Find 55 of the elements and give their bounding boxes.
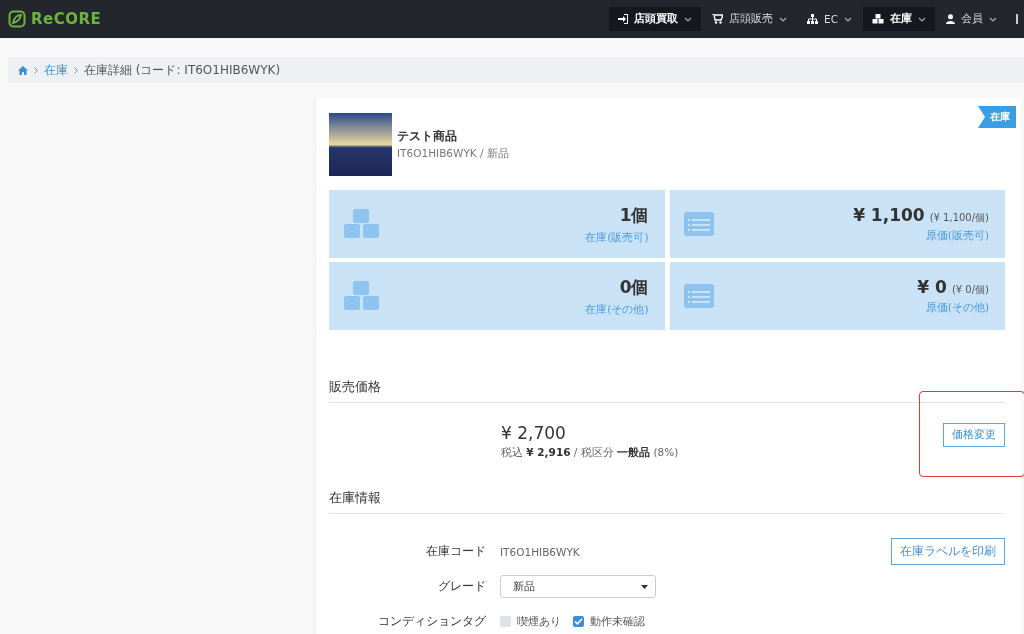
stat-label: 原価(その他) — [924, 301, 989, 315]
stat-value: ¥ 1,100 — [853, 205, 925, 225]
photo-placeholder — [329, 113, 392, 176]
caret-icon — [641, 584, 648, 589]
section-heading: 販売価格 — [329, 378, 1005, 403]
chevron-right-icon — [34, 66, 38, 74]
chevron-down-icon — [989, 16, 997, 22]
field-label: コンディションタグ — [377, 613, 486, 630]
stat-label: 在庫(その他) — [585, 302, 649, 317]
stat-value: 0個 — [619, 275, 649, 299]
field-label: グレード — [437, 578, 486, 595]
sign-in-icon — [618, 14, 629, 24]
chevron-down-icon — [918, 16, 926, 22]
chevron-down-icon — [779, 16, 788, 22]
nav-menu-item[interactable]: 店頭販売 — [703, 7, 797, 31]
checkbox-label: 喫煙あり — [517, 614, 561, 629]
unit-price: (¥ 1,100/個) — [929, 211, 989, 225]
stat-label: 在庫(販売可) — [585, 230, 649, 245]
checkbox[interactable] — [500, 616, 511, 627]
grade-select[interactable]: 新品 — [500, 575, 656, 598]
stat-value: ¥ 0 — [917, 277, 947, 297]
nav-menu-item[interactable]: 在庫 — [863, 7, 935, 31]
stat-value: 1個 — [619, 203, 649, 227]
chevron-down-icon — [844, 16, 852, 22]
nav-menu-item[interactable]: 店頭買取 — [609, 7, 702, 31]
tax-note: 税込 ¥ 2,916 / 税区分 一般品 (8%) — [501, 446, 679, 460]
cubes-icon — [872, 14, 884, 24]
breadcrumb-current: 在庫詳細 (コード: IT6O1HIB6WYK) — [84, 61, 281, 79]
status-ribbon: 在庫 — [978, 106, 1016, 128]
leaf-logo-icon — [8, 10, 26, 28]
nav-menu-item[interactable]: EC — [798, 7, 861, 31]
stat-label: 原価(販売可) — [924, 229, 989, 243]
user-icon — [946, 14, 955, 24]
cubes-icon — [343, 280, 381, 312]
list-icon — [683, 212, 714, 236]
checkbox[interactable] — [573, 616, 584, 627]
product-name: テスト商品 — [397, 128, 458, 145]
section-heading: 在庫情報 — [329, 489, 1005, 514]
product-subtitle: IT6O1HIB6WYK / 新品 — [397, 147, 509, 161]
sitemap-icon — [807, 14, 819, 24]
unit-price: (¥ 0/個) — [951, 283, 989, 297]
stock-code: IT6O1HIB6WYK — [500, 545, 581, 558]
change-price-button[interactable]: 価格変更 — [943, 423, 1005, 447]
field-label: 在庫コード — [425, 543, 486, 560]
list-icon — [683, 284, 714, 308]
nav-menu-item[interactable]: 会員 — [937, 7, 1006, 31]
checkbox-label: 動作未確認 — [590, 614, 645, 629]
app-logo-text: ReCORE — [31, 10, 102, 28]
print-label-button[interactable]: 在庫ラベルを印刷 — [891, 538, 1005, 565]
chevron-down-icon — [684, 16, 693, 22]
chevron-right-icon — [74, 66, 78, 74]
cart-icon — [712, 14, 724, 24]
home-icon[interactable] — [18, 65, 28, 75]
sale-price: ¥ 2,700 — [501, 423, 567, 443]
cubes-icon — [343, 208, 381, 240]
